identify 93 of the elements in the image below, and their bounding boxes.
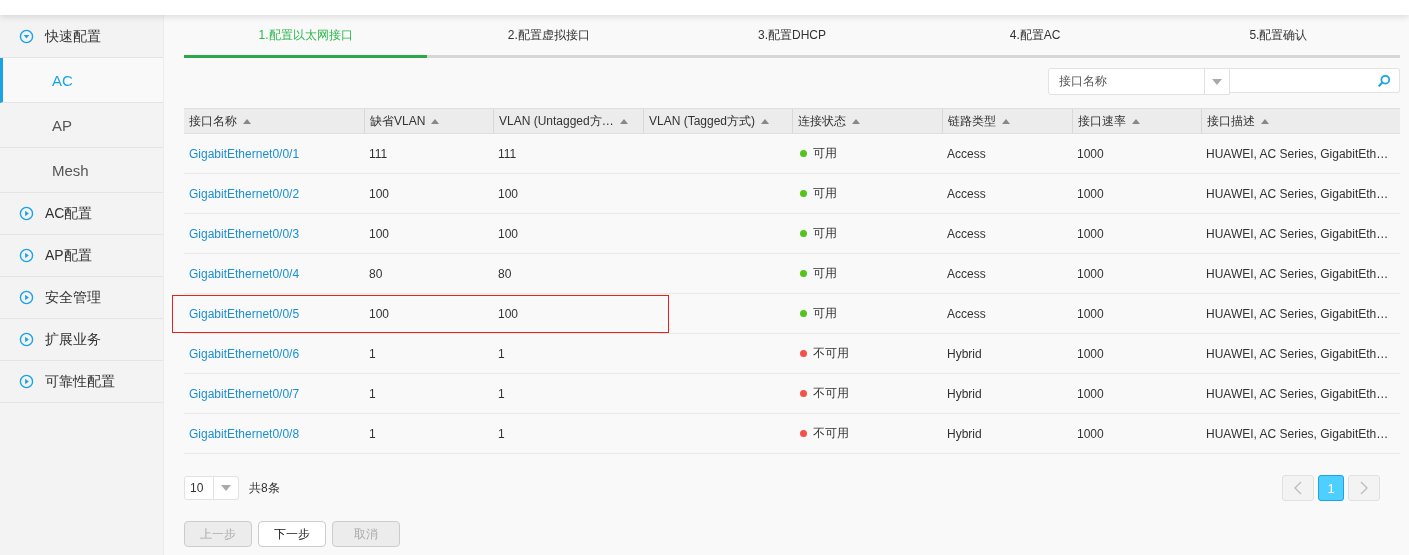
collapse-icon — [19, 248, 34, 263]
expand-icon — [19, 29, 34, 44]
sidebar-subitem[interactable]: AP — [0, 103, 163, 148]
table-cell: 1000 — [1077, 426, 1104, 441]
search-field[interactable] — [1230, 68, 1400, 93]
table-cell: Access — [947, 306, 986, 321]
table-cell: 1000 — [1077, 306, 1104, 321]
table-cell: 1000 — [1077, 226, 1104, 241]
table-cell: Access — [947, 146, 986, 161]
chevron-left-icon — [1294, 481, 1302, 495]
sort-icon — [619, 118, 628, 124]
table-cell: Hybrid — [947, 386, 982, 401]
next-page-button[interactable] — [1348, 475, 1380, 501]
column-header[interactable]: 连接状态 — [792, 109, 942, 133]
table-cell: 1 — [498, 426, 505, 441]
table-cell: 可用 — [813, 305, 837, 322]
table-cell: 1 — [369, 346, 376, 361]
page-size-dropdown[interactable]: 10 — [184, 476, 239, 500]
table-cell: 1000 — [1077, 146, 1104, 161]
table-cell: HUAWEI, AC Series, GigabitEth… — [1206, 306, 1389, 321]
table-cell: 100 — [369, 226, 390, 241]
table-cell: 1000 — [1077, 386, 1104, 401]
collapse-icon — [19, 374, 34, 389]
table-cell: 可用 — [813, 265, 837, 282]
table-cell: 111 — [498, 146, 517, 161]
table-cell: Access — [947, 186, 986, 201]
table-cell: 1 — [369, 386, 376, 401]
table-cell: 不可用 — [813, 345, 849, 362]
sidebar-item[interactable]: AC配置 — [0, 193, 163, 235]
collapse-icon — [19, 206, 34, 221]
table-cell: 100 — [498, 186, 519, 201]
previous-page-button[interactable] — [1282, 475, 1314, 501]
step-tab[interactable]: 5.配置确认 — [1156, 27, 1400, 58]
table-cell: HUAWEI, AC Series, GigabitEth… — [1206, 186, 1389, 201]
table-cell: 可用 — [813, 145, 837, 162]
total-count: 共8条 — [249, 479, 280, 497]
step-tab[interactable]: 3.配置DHCP — [670, 27, 914, 58]
column-header[interactable]: 接口速率 — [1072, 109, 1201, 133]
table-cell: 不可用 — [813, 385, 849, 402]
column-header[interactable]: 接口描述 — [1201, 109, 1400, 133]
table-cell: HUAWEI, AC Series, GigabitEth… — [1206, 386, 1389, 401]
sort-icon — [852, 118, 860, 124]
table-cell: HUAWEI, AC Series, GigabitEth… — [1206, 226, 1389, 241]
table-cell: HUAWEI, AC Series, GigabitEth… — [1206, 146, 1389, 161]
sidebar-item[interactable]: AP配置 — [0, 235, 163, 277]
table-cell: 80 — [498, 266, 512, 281]
sidebar-item[interactable]: 扩展业务 — [0, 319, 163, 361]
table-cell: Hybrid — [947, 346, 982, 361]
table-cell: 1 — [369, 426, 376, 441]
sidebar-subitem[interactable]: Mesh — [0, 148, 163, 193]
table-cell: HUAWEI, AC Series, GigabitEth… — [1206, 426, 1389, 441]
column-header[interactable]: VLAN (Untagged方… — [493, 109, 643, 133]
caret-icon — [1212, 78, 1222, 85]
table-cell: 1 — [498, 386, 505, 401]
table-cell: Hybrid — [947, 426, 982, 441]
table-cell: 80 — [369, 266, 383, 281]
table-cell: 1000 — [1077, 346, 1104, 361]
table-cell: 可用 — [813, 225, 837, 242]
table-cell: 1 — [498, 346, 505, 361]
collapse-icon — [19, 332, 34, 347]
step-tab[interactable]: 4.配置AC — [913, 27, 1157, 58]
caret-icon — [221, 485, 231, 491]
sort-icon — [1132, 118, 1140, 124]
column-header[interactable]: VLAN (Tagged方式) — [643, 109, 792, 133]
table-cell: 100 — [369, 306, 390, 321]
sort-icon — [1261, 118, 1269, 124]
table-cell: 100 — [369, 186, 390, 201]
column-header[interactable]: 链路类型 — [942, 109, 1072, 133]
column-header[interactable]: 缺省VLAN — [364, 109, 493, 133]
table-cell: 100 — [498, 306, 519, 321]
filter-dropdown[interactable]: 接口名称 — [1048, 68, 1230, 95]
table-cell: 可用 — [813, 185, 837, 202]
sort-icon — [761, 118, 770, 124]
column-header[interactable]: 接口名称 — [184, 109, 364, 133]
table-cell: 111 — [369, 146, 388, 161]
table-cell: 100 — [498, 226, 519, 241]
step-tab[interactable]: 2.配置虚拟接口 — [427, 27, 671, 58]
sort-icon — [1002, 118, 1010, 124]
table-cell: Access — [947, 266, 986, 281]
sidebar-item[interactable]: 安全管理 — [0, 277, 163, 319]
chevron-right-icon — [1360, 481, 1368, 495]
sort-icon — [431, 118, 440, 124]
collapse-icon — [19, 290, 34, 305]
table-cell: 1000 — [1077, 266, 1104, 281]
table-cell: HUAWEI, AC Series, GigabitEth… — [1206, 266, 1389, 281]
table-cell: HUAWEI, AC Series, GigabitEth… — [1206, 346, 1389, 361]
table-cell: 1000 — [1077, 186, 1104, 201]
search-icon — [1377, 73, 1391, 88]
step-button[interactable]: 下一步 — [258, 521, 326, 547]
table-cell: 不可用 — [813, 425, 849, 442]
sort-icon — [243, 118, 251, 124]
sidebar-item[interactable]: 可靠性配置 — [0, 361, 163, 403]
table-cell: Access — [947, 226, 986, 241]
